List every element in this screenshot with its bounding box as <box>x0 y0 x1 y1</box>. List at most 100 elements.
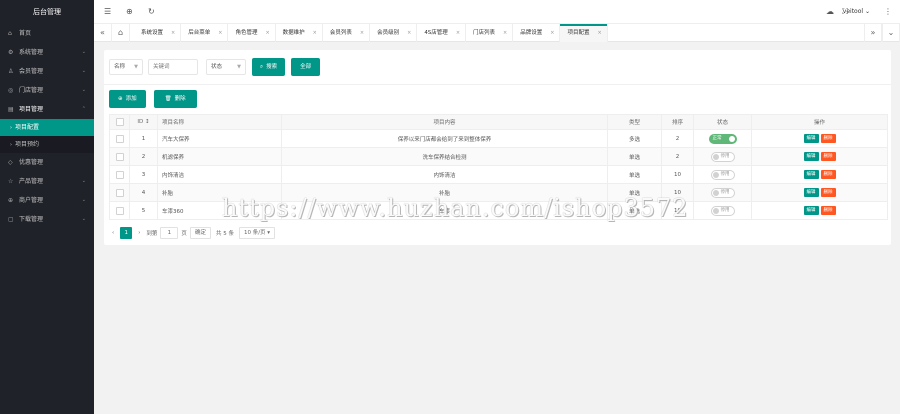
select-all-checkbox[interactable] <box>115 118 124 126</box>
tab[interactable]: 项目配置 × <box>560 24 608 42</box>
prev-page-icon[interactable]: ‹ <box>112 230 114 236</box>
row-select-cell <box>109 129 130 148</box>
close-icon[interactable]: × <box>597 30 601 36</box>
tab[interactable]: 系统设置 × <box>134 24 182 42</box>
sidebar: 后台管理 ⌂ 首页 ⚙ 系统管理 ⌄ ♙ 会员管理 ⌄ ◎ 门店管理 ⌄ ▤ 项目管理 ⌃ › 项目配置 › 项… <box>0 0 94 414</box>
sidebar-item[interactable]: ⚙ 系统管理 ⌄ <box>0 43 94 62</box>
all-button[interactable]: 全部 <box>291 58 321 76</box>
status-toggle[interactable]: 停用 <box>710 169 735 180</box>
row-delete-button[interactable]: 删除 <box>820 134 836 143</box>
operations-cell: 编辑 删除 <box>751 129 888 148</box>
search-icon: ⌕ <box>260 64 264 70</box>
home-tab-icon[interactable]: ⌂ <box>112 24 130 42</box>
coupon-icon: ◇ <box>8 159 13 166</box>
status-toggle[interactable]: 停用 <box>710 205 735 216</box>
edit-button[interactable]: 编辑 <box>803 134 819 143</box>
close-icon[interactable]: × <box>456 30 460 36</box>
tab[interactable]: 会员级别 × <box>370 24 418 42</box>
status-select[interactable]: 状态 ▼ <box>206 59 246 75</box>
sidebar-item-label: 门店管理 <box>19 87 44 94</box>
row-checkbox[interactable] <box>115 152 124 161</box>
sidebar-item[interactable]: ♙ 会员管理 ⌄ <box>0 62 94 81</box>
sidebar-item[interactable]: ⌂ 首页 <box>0 24 94 43</box>
keyword-input[interactable] <box>148 59 198 75</box>
toggle-knob <box>712 171 719 178</box>
row-checkbox[interactable] <box>115 170 124 179</box>
status-toggle[interactable]: 停用 <box>710 187 735 198</box>
table-row: 1 汽车大保养 保养以来门店都会给到了来到整体保养 多选 2 正常 编辑 删除 <box>109 129 888 148</box>
id-cell: 1 <box>129 129 158 148</box>
current-page[interactable]: 1 <box>120 227 133 239</box>
column-header[interactable] <box>109 114 130 130</box>
tab-list: 系统设置 × 后台菜单 × 角色管理 × 数据维护 × 会员列表 × 会员级别 × 4S店管理 × 门店列表… <box>134 24 864 42</box>
row-checkbox[interactable] <box>115 134 124 143</box>
per-page-select[interactable]: 10 条/页 ▾ <box>238 227 276 239</box>
submenu-item[interactable]: › 项目预约 <box>0 136 94 153</box>
tab[interactable]: 会员列表 × <box>323 24 371 42</box>
tab[interactable]: 4S店管理 × <box>417 24 467 42</box>
status-cell: 停用 <box>693 147 752 166</box>
id-cell: 3 <box>129 165 158 184</box>
edit-button[interactable]: 编辑 <box>803 188 819 197</box>
search-button[interactable]: ⌕ 搜索 <box>252 58 286 76</box>
globe-icon[interactable]: ⊕ <box>126 0 133 24</box>
more-icon[interactable]: ⋮ <box>884 0 892 24</box>
column-header: 操作 <box>751 114 888 130</box>
edit-button[interactable]: 编辑 <box>803 152 819 161</box>
tabs-menu-icon[interactable]: ⌄ <box>882 24 900 42</box>
operations-cell: 编辑 删除 <box>751 165 888 184</box>
edit-button[interactable]: 编辑 <box>803 170 819 179</box>
row-delete-button[interactable]: 删除 <box>820 152 836 161</box>
row-delete-button[interactable]: 删除 <box>820 170 836 179</box>
sidebar-item[interactable]: ◇ 优惠管理 <box>0 153 94 172</box>
close-icon[interactable]: × <box>265 30 269 36</box>
tab[interactable]: 后台菜单 × <box>181 24 229 42</box>
row-checkbox[interactable] <box>115 206 124 215</box>
submenu-item[interactable]: › 项目配置 <box>0 119 94 136</box>
per-page-value: 10 条/页 <box>243 230 266 236</box>
edit-button[interactable]: 编辑 <box>803 206 819 215</box>
next-page-icon[interactable]: › <box>138 230 140 236</box>
tab[interactable]: 门店列表 × <box>466 24 514 42</box>
close-icon[interactable]: × <box>313 30 317 36</box>
divider <box>104 84 891 85</box>
row-delete-button[interactable]: 删除 <box>820 188 836 197</box>
user-menu[interactable]: veitool ⌄ <box>843 0 870 24</box>
delete-button[interactable]: 🗑 删除 <box>153 90 197 108</box>
close-icon[interactable]: × <box>407 30 411 36</box>
status-toggle[interactable]: 正常 <box>708 133 737 144</box>
tab-label: 4S店管理 <box>424 30 448 36</box>
theme-icon[interactable]: ☁ <box>826 0 834 24</box>
content-cell: 洗车保养结合检测 <box>281 147 608 166</box>
close-icon[interactable]: × <box>550 30 554 36</box>
tabs-prev-icon[interactable]: « <box>94 24 112 42</box>
tab[interactable]: 角色管理 × <box>228 24 276 42</box>
tabs-next-icon[interactable]: » <box>864 24 882 42</box>
row-delete-button[interactable]: 删除 <box>820 206 836 215</box>
tab[interactable]: 品牌设置 × <box>513 24 561 42</box>
tab[interactable]: 数据维护 × <box>276 24 323 42</box>
sidebar-item[interactable]: ⊕ 商户管理 ⌄ <box>0 191 94 210</box>
status-toggle[interactable]: 停用 <box>710 151 735 162</box>
refresh-icon[interactable]: ↻ <box>148 0 155 24</box>
sidebar-item-label: 系统管理 <box>19 49 44 56</box>
close-icon[interactable]: × <box>503 30 507 36</box>
add-button[interactable]: ⊕ 添加 <box>109 90 146 108</box>
confirm-button[interactable]: 确定 <box>189 227 211 239</box>
close-icon[interactable]: × <box>218 30 222 36</box>
sidebar-item[interactable]: ▤ 项目管理 ⌃ <box>0 100 94 119</box>
close-icon[interactable]: × <box>171 30 175 36</box>
close-icon[interactable]: × <box>360 30 364 36</box>
sidebar-item[interactable]: ▢ 下载管理 ⌄ <box>0 210 94 229</box>
page-input[interactable]: 1 <box>160 227 179 239</box>
chevron-right-icon: › <box>10 125 12 131</box>
sidebar-item[interactable]: ☆ 产品管理 ⌄ <box>0 172 94 191</box>
row-checkbox[interactable] <box>115 188 124 197</box>
page-unit: 页 <box>181 231 187 237</box>
field-select[interactable]: 名称 ▼ <box>109 59 143 75</box>
download-icon: ▢ <box>8 216 14 223</box>
sidebar-item[interactable]: ◎ 门店管理 ⌄ <box>0 81 94 100</box>
submenu-item-label: 项目预约 <box>15 141 40 148</box>
menu-toggle-icon[interactable]: ☰ <box>104 0 111 24</box>
type-cell: 单选 <box>607 147 662 166</box>
